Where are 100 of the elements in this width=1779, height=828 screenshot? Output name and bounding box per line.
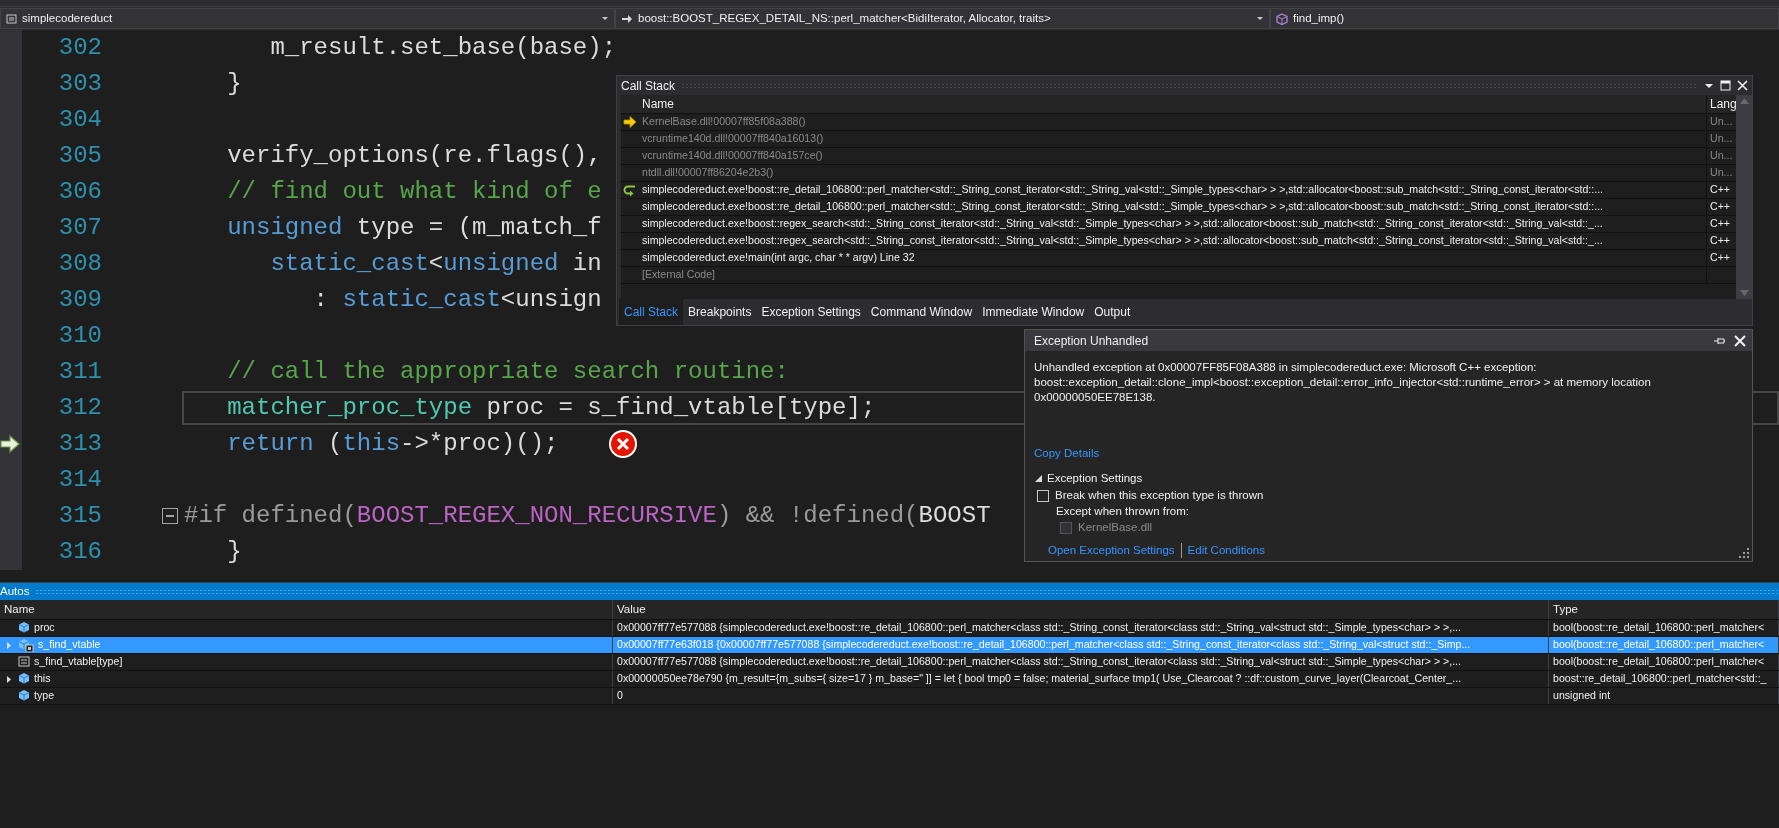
line-number: 305 [57,141,102,171]
caret-icon [601,15,609,22]
line-number: 310 [57,321,102,351]
variable-name: proc [34,620,55,636]
frame-language: C++ [1710,233,1731,249]
variable-row[interactable] [0,654,1779,671]
frame-language: C++ [1710,182,1731,198]
checkbox-label: Break when this exception type is thrown [1055,487,1264,503]
variable-type: boost::re_detail_106800::perl_matcher<std::_ [1553,671,1767,687]
variable-type: bool(boost::re_detail_106800::perl_matcher< [1553,654,1765,670]
code-line: matcher_proc_type proc = s_find_vtable[type]; [227,393,876,423]
code-line: // find out what kind of e [227,177,602,207]
resize-grip-icon[interactable] [1739,548,1749,558]
line-number: 315 [57,501,102,531]
stack-frame[interactable]: simplecodereduct.exe!boost::regex_search<std::_String_const_iterator<std::_String_val<std::_Simple_types<char> > >,std::allocator<boost::sub_match<std::_String_const_iterator<std::_String_val<std::_... [642,216,1603,232]
frame-language: Un... [1710,114,1733,130]
stack-frame[interactable]: KernelBase.dll!00007ff85f08a388() [642,114,806,130]
column-header: Lang [1710,96,1737,113]
section-label: Exception Settings [1047,471,1143,487]
arrow-icon [621,12,633,25]
line-number: 316 [57,537,102,567]
code-line: } [227,537,242,567]
column-header: Name [0,600,613,619]
code-line: // call the appropriate search routine: [227,357,789,387]
variable-value: 0x00007ff77e577088 {simplecodereduct.exe!boost::re_detail_106800::perl_matcher<class std::_String_const_iterator<class std::_String_val<struct std::_Simple_types<char> > >,... [617,654,1461,670]
panel-tab[interactable]: Call Stack [619,299,684,325]
variable-name: type [34,688,55,704]
line-number: 309 [57,285,102,315]
variable-row[interactable] [0,671,1779,688]
line-number: 311 [57,357,102,387]
settings-link[interactable]: Open Exception Settings [1048,541,1175,559]
panel-tab[interactable]: Exception Settings [756,299,866,325]
panel-title: Autos [0,583,30,599]
method-icon [1276,12,1288,25]
line-number: 302 [57,33,102,63]
variable-type: bool(boost::re_detail_106800::perl_matcher< [1553,637,1765,653]
frame-language: Un... [1710,148,1733,164]
copy-details-link[interactable]: Copy Details [1034,447,1100,459]
stack-frame[interactable]: vcruntime140d.dll!00007ff840a16013() [642,131,824,147]
code-line: unsigned type = (m_match_f [227,213,602,243]
maximize-icon[interactable] [1720,80,1731,91]
variable-row[interactable]: type 0 unsigned int [0,688,1779,705]
code-line: return (this->*proc)(); [227,429,559,459]
line-number: 304 [57,105,102,135]
line-number: 303 [57,69,102,99]
panel-tab[interactable]: Command Window [865,299,978,325]
close-icon[interactable] [1734,334,1746,347]
variable-value: 0 [617,688,623,704]
panel-tab[interactable]: Breakpoints [683,299,757,325]
variable-row[interactable] [0,620,1779,637]
scope-dropdown[interactable]: boost::BOOST_REGEX_DETAIL_NS::perl_matcher<BidiIterator, Allocator, traits> [615,8,1270,29]
line-number: 307 [57,213,102,243]
code-line: } [227,69,242,99]
popup-title: Exception Unhandled [1034,332,1150,350]
frame-language: Un... [1710,165,1733,181]
variable-name: s_find_vtable[type] [34,654,123,670]
variable-type: bool(boost::re_detail_106800::perl_matcher< [1553,620,1765,636]
project-icon [6,12,17,25]
panel-title: Call Stack [621,77,676,95]
frame-language: C++ [1710,216,1731,232]
column-header: Name [642,96,674,113]
frame-language: Un... [1710,131,1733,147]
close-icon[interactable] [1737,80,1748,91]
line-number: 308 [57,249,102,279]
project-dropdown[interactable]: simplecodereduct [0,8,615,29]
variable-name: this [34,671,51,687]
frame-language: C++ [1710,199,1731,215]
code-line: : static_cast<unsign [313,285,602,315]
line-number: 314 [57,465,102,495]
stack-frame[interactable]: simplecodereduct.exe!boost::re_detail_106800::perl_matcher<std::_String_const_iterator<std::_String_val<std::_Simple_types<char> > >,std::allocator<boost::sub_match<std::_String_const_iterator<std::... [642,199,1604,215]
variable-row[interactable] [0,637,1779,654]
panel-tab[interactable]: Output [1089,299,1136,325]
stack-frame[interactable]: [External Code] [642,267,716,283]
stack-frame[interactable]: ntdll.dll!00007ff86204e2b3() [642,165,774,181]
stack-frame[interactable]: vcruntime140d.dll!00007ff840a157ce() [642,148,823,164]
caret-icon [1256,15,1264,22]
frame-language: C++ [1710,250,1731,266]
checkbox-label: KernelBase.dll [1078,519,1153,535]
stack-frame[interactable]: simplecodereduct.exe!main(int argc, char * * argv) Line 32 [642,250,915,266]
option-label: Except when thrown from: [1056,503,1189,519]
variable-value: 0x00007ff77e63f018 {0x00007ff77e577088 {simplecodereduct.exe!boost::re_detail_106800::perl_matcher<class std::_String_const_iterator<class std::_String_val<struct std::_Simp... [617,637,1471,653]
variable-type: unsigned int [1553,688,1611,704]
stack-frame[interactable]: simplecodereduct.exe!boost::re_detail_106800::perl_matcher<std::_String_const_iterator<std::_String_val<std::_Simple_types<char> > >,std::allocator<boost::sub_match<std::_String_const_iterator<std::... [642,182,1604,198]
stack-frame[interactable]: simplecodereduct.exe!boost::regex_search<std::_String_const_iterator<std::_String_val<std::_Simple_types<char> > >,std::allocator<boost::sub_match<std::_String_const_iterator<std::_String_val<std::_... [642,233,1603,249]
variable-name: s_find_vtable [38,637,101,653]
variable-value: 0x00007ff77e577088 {simplecodereduct.exe!boost::re_detail_106800::perl_matcher<class std::_String_const_iterator<class std::_String_val<struct std::_Simple_types<char> > >,... [617,620,1461,636]
line-number: 306 [57,177,102,207]
line-number: 312 [57,393,102,423]
code-line: static_cast<unsigned in [270,249,602,279]
settings-link[interactable]: Edit Conditions [1187,541,1265,559]
expander-icon[interactable] [1034,474,1043,484]
collapse-icon[interactable] [162,508,178,524]
code-line: #if defined(BOOST_REGEX_NON_RECURSIVE) && !defined(BOOST [184,501,991,531]
member-dropdown[interactable]: find_imp() [1270,8,1779,29]
column-header: Value [613,600,1549,619]
panel-tab[interactable]: Immediate Window [977,299,1090,325]
line-number: 313 [57,429,102,459]
expander-icon[interactable] [5,674,13,684]
variable-value: 0x00000050ee78e790 {m_result={m_subs={ size=17 } m_base=" ]] = let { bool tmp0 = false; material_surface tmp1( Use_Clearcoat ? ::df::custom_curve_layer(Clearcoat_Center_... [617,671,1462,687]
exception-message: Unhandled exception at 0x00007FF85F08A388 in simplecodereduct.exe: Microsoft C++ exception: boost::exception_detail::clone_impl<boost::exception_detail::error_info_injector<std::runtime_error> > at memory location 0x00000050EE78E138. [1034,360,1652,405]
